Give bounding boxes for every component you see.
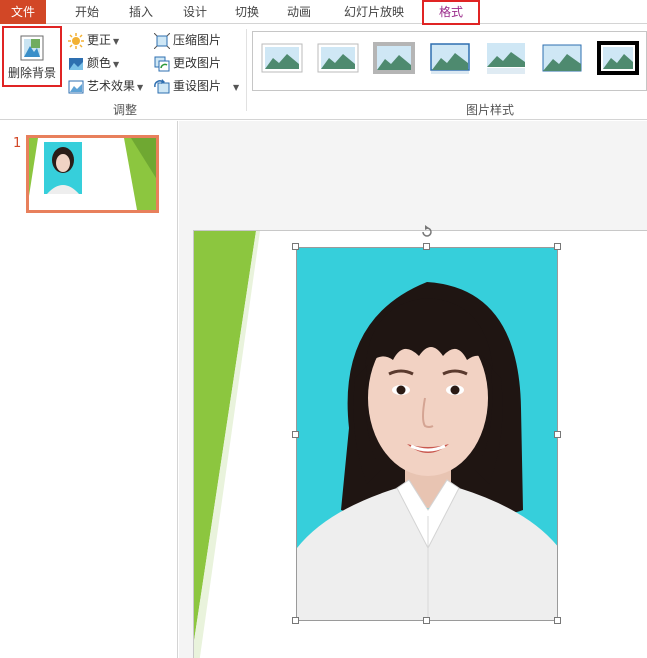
tab-format[interactable]: 格式 [422,0,480,25]
tab-animations[interactable]: 动画 [274,0,324,24]
resize-handle-left[interactable] [292,431,299,438]
picture-styles-group-label: 图片样式 [465,103,514,117]
picture-style-4[interactable] [429,40,471,76]
resize-handle-right[interactable] [554,431,561,438]
compress-icon [153,32,171,49]
remove-background-button[interactable]: 删除背景 [2,26,62,87]
color-label: 颜色 [87,56,112,70]
color-button[interactable]: 颜色 ▼ [68,53,119,73]
color-icon [69,57,83,70]
portrait-image [297,248,557,620]
tab-slideshow[interactable]: 幻灯片放映 [334,0,414,24]
artistic-effects-icon [68,80,84,93]
adjust-group-label: 调整 [112,103,137,117]
picture-styles-gallery [252,31,647,91]
ribbon-separator [246,29,247,111]
picture-style-5[interactable] [485,40,527,76]
resize-handle-top-right[interactable] [554,243,561,250]
resize-handle-top-left[interactable] [292,243,299,250]
change-picture-label: 更改图片 [173,56,222,70]
ribbon-tab-bar: 文件 开始 插入 设计 切换 动画 幻灯片放映 格式 [0,0,647,25]
selected-picture[interactable] [292,225,561,624]
tab-file[interactable]: 文件 [0,0,46,24]
artistic-effects-label: 艺术效果 [87,79,136,93]
compress-pictures-button[interactable]: 压缩图片 [153,30,222,50]
corrections-label: 更正 [87,33,112,47]
change-picture-button[interactable]: 更改图片 [154,53,221,73]
tab-transitions[interactable]: 切换 [222,0,272,24]
chevron-down-icon[interactable]: ▼ [233,83,239,92]
picture-style-7[interactable] [597,40,639,76]
chevron-down-icon: ▼ [113,60,120,69]
artistic-effects-button[interactable]: 艺术效果 ▼ [68,76,143,96]
rotate-handle-icon[interactable] [420,225,434,239]
compress-label: 压缩图片 [173,33,222,47]
portrait-photo[interactable] [296,247,558,621]
slide-thumbnail-panel: 1 [0,121,178,658]
slide-thumbnail-preview [29,138,156,210]
picture-style-3[interactable] [373,40,415,76]
tab-home[interactable]: 开始 [62,0,112,24]
ribbon: 删除背景 更正 ▼ 颜色 ▼ 艺术效果 ▼ 压缩图片 更改图片 重设图片 ▼ 调… [0,25,647,120]
remove-background-icon [20,35,44,61]
reset-picture-icon [154,78,170,93]
resize-handle-bottom[interactable] [423,617,430,624]
tab-insert[interactable]: 插入 [116,0,166,24]
corrections-button[interactable]: 更正 ▼ [68,30,119,50]
reset-picture-button[interactable]: 重设图片 ▼ [154,76,239,96]
chevron-down-icon: ▼ [113,37,120,46]
slide-thumbnail-1[interactable] [26,135,159,213]
resize-handle-bottom-right[interactable] [554,617,561,624]
picture-style-6[interactable] [541,40,583,76]
chevron-down-icon: ▼ [137,83,144,92]
sun-icon [68,32,84,49]
remove-background-label: 删除背景 [7,66,56,80]
tab-design[interactable]: 设计 [170,0,220,24]
picture-style-1[interactable] [261,40,303,76]
resize-handle-top[interactable] [423,243,430,250]
resize-handle-bottom-left[interactable] [292,617,299,624]
slide-number: 1 [13,136,22,151]
change-picture-icon [154,56,170,71]
picture-style-2[interactable] [317,40,359,76]
reset-picture-label: 重设图片 [173,79,222,93]
